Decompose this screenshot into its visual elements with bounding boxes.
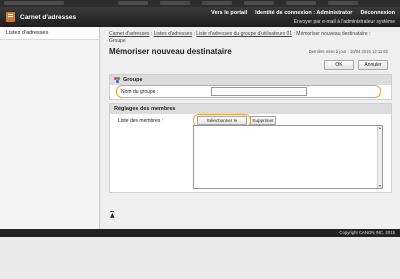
sidebar-item-address-lists[interactable]: Listes d'adresses [0,27,99,40]
last-update: Dernière mise à jour : 10/04 2015 12:11:… [308,49,388,54]
email-admin-link[interactable]: Envoyer par e-mail à l'administrateur sy… [294,19,395,25]
action-buttons: OK Annuler [109,60,392,70]
status-segment [4,1,64,5]
highlight-group-name [116,85,381,98]
group-section-header: Groupe [110,75,391,85]
members-section-header: Réglages des membres [110,104,391,114]
group-panel: Groupe Nom du groupe : [109,74,392,100]
app-title: Carnet d'adresses [20,13,77,21]
top-nav: Vers le portail Identité de connexion : … [211,10,395,16]
scroll-down-icon[interactable] [379,185,381,187]
status-segment [160,1,190,5]
delete-button[interactable]: Supprimer [250,116,276,125]
status-segment [202,1,232,5]
portal-link[interactable]: Vers le portail [211,10,247,16]
page-title: Mémoriser nouveau destinataire [109,47,232,56]
members-list[interactable] [193,125,383,189]
status-segment [328,1,358,5]
back-to-top-icon[interactable]: ▲ [110,211,115,219]
cancel-button[interactable]: Annuler [358,60,388,70]
breadcrumb-current-line2: Groupe [109,37,126,44]
members-scrollbar[interactable] [377,126,382,188]
main-content: Carnet d'adresses : Listes d'adresses : … [101,27,400,229]
breadcrumb-address-lists[interactable]: Listes d'adresses [154,31,192,37]
ok-button[interactable]: OK [324,60,354,70]
group-name-row: Nom du groupe : [110,85,391,99]
logout-link[interactable]: Déconnexion [360,10,395,16]
login-identity: Identité de connexion : Administrator [255,10,353,16]
app-header: Carnet d'adresses Vers le portail Identi… [0,7,400,27]
status-segment [286,1,316,5]
breadcrumb-address-book[interactable]: Carnet d'adresses [109,31,149,37]
scroll-up-icon[interactable] [379,127,381,129]
sidebar: Listes d'adresses [0,27,100,229]
status-segment [244,1,274,5]
brand: Carnet d'adresses [6,12,76,22]
members-list-label: Liste des membres : [118,118,164,124]
status-segment [118,1,148,5]
footer: Copyright CANON INC. 2015 [0,229,400,237]
breadcrumb-current: Mémoriser nouveau destinataire : [296,31,371,37]
group-section-title: Groupe [123,77,143,83]
members-panel: Réglages des membres Liste des membres :… [109,103,392,193]
status-strip [0,0,400,7]
breadcrumb: Carnet d'adresses : Listes d'adresses : … [109,31,392,44]
breadcrumb-user-group-list[interactable]: Liste d'adresses du groupe d'utilisateur… [196,31,292,37]
address-book-icon [6,12,15,22]
group-icon [114,77,120,83]
